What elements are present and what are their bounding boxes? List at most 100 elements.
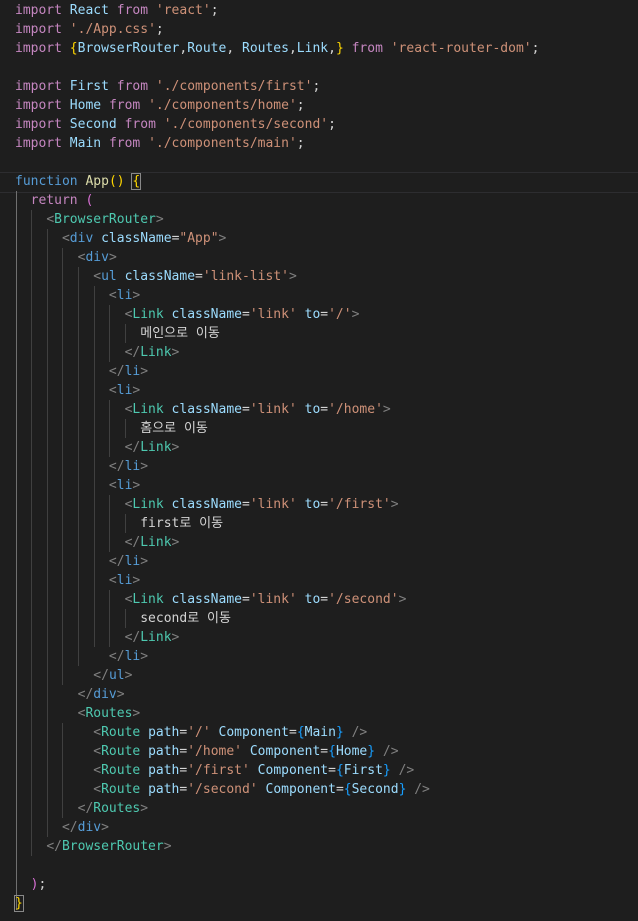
code-line[interactable]: import Main from './components/main'; bbox=[15, 134, 638, 153]
code-line[interactable]: <Link className='link' to='/home'> bbox=[15, 400, 638, 419]
code-token: Routes bbox=[85, 706, 133, 721]
code-line[interactable]: <div className="App"> bbox=[15, 229, 638, 248]
code-line[interactable]: </BrowserRouter> bbox=[15, 837, 638, 856]
code-token: className bbox=[101, 231, 172, 246]
code-line[interactable]: import Home from './components/home'; bbox=[15, 96, 638, 115]
code-token: > bbox=[163, 839, 172, 854]
code-token: { bbox=[296, 725, 305, 740]
code-token: </ bbox=[108, 364, 125, 379]
code-line[interactable]: </Link> bbox=[15, 533, 638, 552]
code-line[interactable]: import {BrowserRouter,Route, Routes,Link… bbox=[15, 39, 638, 58]
code-token: Link bbox=[132, 497, 164, 512]
code-token: path bbox=[148, 744, 180, 759]
code-token: = bbox=[288, 725, 297, 740]
code-line[interactable]: <Route path='/home' Component={Home} /> bbox=[15, 742, 638, 761]
code-token: < bbox=[108, 288, 117, 303]
code-token: li bbox=[116, 478, 133, 493]
code-token: </ bbox=[77, 687, 94, 702]
code-line[interactable]: <Routes> bbox=[15, 704, 638, 723]
code-line[interactable] bbox=[15, 856, 638, 875]
code-token: from bbox=[108, 136, 141, 151]
code-line[interactable]: <Route path='/second' Component={Second}… bbox=[15, 780, 638, 799]
code-token: { bbox=[335, 763, 344, 778]
code-token: '/first' bbox=[328, 497, 391, 512]
code-line[interactable]: <Route path='/first' Component={First} /… bbox=[15, 761, 638, 780]
code-token: div bbox=[77, 820, 102, 835]
code-token: function bbox=[15, 174, 78, 189]
code-line[interactable]: import Second from './components/second'… bbox=[15, 115, 638, 134]
code-token: = bbox=[320, 402, 329, 417]
code-line[interactable]: ); bbox=[15, 875, 638, 894]
code-line[interactable]: </ul> bbox=[15, 666, 638, 685]
code-line[interactable]: <li> bbox=[15, 476, 638, 495]
code-line[interactable]: </li> bbox=[15, 457, 638, 476]
code-line[interactable]: 메인으로 이동 bbox=[15, 324, 638, 343]
code-line[interactable]: <Link className='link' to='/'> bbox=[15, 305, 638, 324]
code-area[interactable]: import React from 'react'; import './App.… bbox=[14, 1, 638, 913]
code-line[interactable]: </Link> bbox=[15, 343, 638, 362]
code-token: { bbox=[131, 173, 142, 190]
code-line[interactable] bbox=[15, 153, 638, 172]
code-token: from bbox=[351, 41, 383, 56]
code-line[interactable]: <li> bbox=[15, 571, 638, 590]
code-token: = bbox=[195, 269, 203, 284]
code-line[interactable]: </li> bbox=[15, 552, 638, 571]
code-line[interactable]: <li> bbox=[15, 286, 638, 305]
code-line[interactable]: <Route path='/' Component={Main} /> bbox=[15, 723, 638, 742]
code-line[interactable]: </div> bbox=[15, 685, 638, 704]
code-line[interactable]: second로 이동 bbox=[15, 609, 638, 628]
code-line[interactable]: </Link> bbox=[15, 438, 638, 457]
code-token: Home bbox=[61, 98, 109, 113]
code-line[interactable]: <ul className='link-list'> bbox=[15, 267, 638, 286]
code-line[interactable]: <li> bbox=[15, 381, 638, 400]
code-line[interactable]: </Routes> bbox=[15, 799, 638, 818]
code-line[interactable]: <Link className='link' to='/first'> bbox=[15, 495, 638, 514]
code-token: './App.css' bbox=[69, 22, 156, 37]
code-line[interactable]: import './App.css'; bbox=[15, 20, 638, 39]
code-line[interactable]: <Link className='link' to='/second'> bbox=[15, 590, 638, 609]
code-line[interactable]: return ( bbox=[15, 191, 638, 210]
code-line[interactable]: function App() { bbox=[15, 172, 638, 191]
code-line[interactable]: </li> bbox=[15, 362, 638, 381]
code-token: </ bbox=[124, 630, 141, 645]
code-token: path bbox=[148, 782, 180, 797]
code-token: </ bbox=[61, 820, 78, 835]
code-line[interactable]: import React from 'react'; bbox=[15, 1, 638, 20]
code-token: ; bbox=[210, 3, 219, 18]
code-line[interactable]: <div> bbox=[15, 248, 638, 267]
code-line[interactable]: <BrowserRouter> bbox=[15, 210, 638, 229]
code-line[interactable]: import First from './components/first'; bbox=[15, 77, 638, 96]
code-token: path bbox=[148, 725, 180, 740]
code-line[interactable]: first로 이동 bbox=[15, 514, 638, 533]
code-line[interactable]: } bbox=[14, 894, 638, 913]
code-token: > bbox=[108, 250, 117, 265]
code-token: Route bbox=[101, 744, 141, 759]
code-line[interactable]: 홈으로 이동 bbox=[15, 419, 638, 438]
code-line[interactable] bbox=[15, 58, 638, 77]
code-line[interactable]: </li> bbox=[15, 647, 638, 666]
code-token: 'react-router-dom' bbox=[390, 41, 532, 56]
code-token: li bbox=[124, 649, 141, 664]
code-line[interactable]: </div> bbox=[15, 818, 638, 837]
code-line[interactable]: </Link> bbox=[15, 628, 638, 647]
code-token: import bbox=[15, 3, 62, 18]
code-token: div bbox=[85, 250, 109, 265]
code-editor[interactable]: import React from 'react'; import './App.… bbox=[0, 0, 638, 921]
code-token: Link bbox=[132, 402, 164, 417]
code-token: Route bbox=[101, 725, 141, 740]
